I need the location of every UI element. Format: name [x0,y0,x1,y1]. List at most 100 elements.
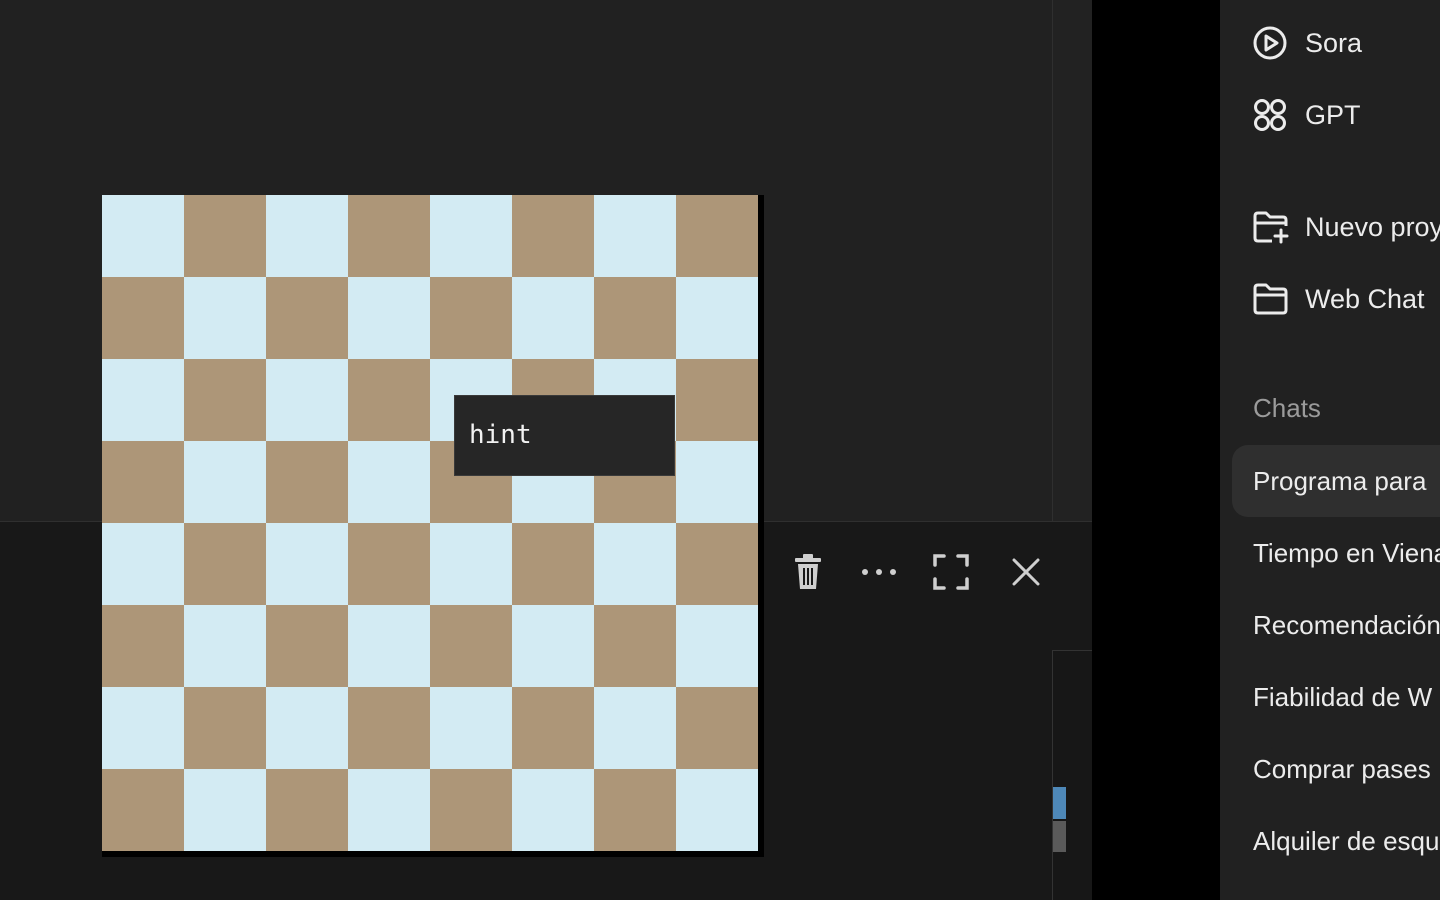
board-square[interactable] [676,195,758,277]
folder-icon [1252,279,1292,319]
board-square[interactable] [266,769,348,851]
more-options-button[interactable] [855,548,903,596]
board-square[interactable] [184,605,266,687]
board-square[interactable] [348,605,430,687]
board-square[interactable] [676,359,758,441]
chess-board[interactable] [102,195,758,851]
board-square[interactable] [430,605,512,687]
canvas-edge-panel [1052,0,1092,521]
chat-item[interactable]: Recomendación [1232,589,1440,661]
chat-item-label: Fiabilidad de W [1253,681,1433,712]
sidebar-item-new-project[interactable]: Nuevo proyecto [1252,202,1440,252]
board-square[interactable] [184,195,266,277]
board-square[interactable] [512,195,594,277]
board-square[interactable] [184,277,266,359]
board-square[interactable] [184,523,266,605]
chat-item-label: Recomendación [1253,609,1440,640]
fullscreen-icon [933,554,969,590]
board-square[interactable] [676,441,758,523]
board-square[interactable] [266,687,348,769]
board-square[interactable] [102,195,184,277]
board-square[interactable] [348,277,430,359]
close-button[interactable] [1002,548,1050,596]
chat-item[interactable]: Tiempo en Viena [1232,517,1440,589]
board-square[interactable] [430,687,512,769]
board-square[interactable] [430,769,512,851]
board-square[interactable] [676,523,758,605]
board-square[interactable] [102,359,184,441]
board-square[interactable] [102,769,184,851]
board-square[interactable] [430,523,512,605]
board-square[interactable] [266,195,348,277]
board-square[interactable] [676,605,758,687]
board-square[interactable] [184,687,266,769]
board-square[interactable] [348,769,430,851]
sidebar-item-label: Nuevo proyecto [1305,211,1440,242]
board-square[interactable] [184,769,266,851]
board-square[interactable] [102,605,184,687]
board-square[interactable] [102,277,184,359]
board-square[interactable] [102,441,184,523]
play-circle-icon [1252,23,1292,63]
chat-item-label: Comprar pases [1253,753,1431,784]
mini-preview-bar-grey [1053,821,1066,852]
fullscreen-button[interactable] [927,548,975,596]
sidebar-item-label: Sora [1305,27,1363,58]
sidebar-item-web-chat[interactable]: Web Chat [1252,274,1425,324]
sidebar-item-label: Web Chat [1305,283,1425,314]
board-square[interactable] [430,277,512,359]
delete-button[interactable] [784,548,832,596]
board-square[interactable] [594,277,676,359]
board-square[interactable] [266,605,348,687]
grid-circles-icon [1252,95,1292,135]
board-square[interactable] [266,359,348,441]
mini-preview [1052,650,1092,900]
board-square[interactable] [512,687,594,769]
hint-tooltip: hint [454,395,675,476]
board-square[interactable] [348,441,430,523]
board-square[interactable] [348,687,430,769]
close-icon [1012,558,1040,586]
board-square[interactable] [348,359,430,441]
folder-plus-icon [1252,207,1292,247]
board-square[interactable] [512,523,594,605]
chat-item-label: Alquiler de esquís [1253,825,1440,856]
chat-item[interactable]: Fiabilidad de W [1232,661,1440,733]
mini-preview-bar-blue [1053,787,1066,819]
board-square[interactable] [184,359,266,441]
section-label-chats: Chats [1253,393,1321,423]
board-square[interactable] [430,195,512,277]
chat-item[interactable]: Programa para [1232,445,1440,517]
board-square[interactable] [348,523,430,605]
chat-item-label: Programa para [1253,465,1427,496]
board-square[interactable] [594,769,676,851]
board-square[interactable] [676,687,758,769]
board-square[interactable] [102,523,184,605]
board-square[interactable] [676,277,758,359]
window-gap [1092,0,1220,900]
board-square[interactable] [184,441,266,523]
board-square[interactable] [512,769,594,851]
board-square[interactable] [348,195,430,277]
board-square[interactable] [594,523,676,605]
trash-icon [795,554,821,589]
chat-item[interactable]: Alquiler de esquís [1232,805,1440,877]
sidebar-item-label: GPT [1305,99,1361,130]
sidebar-item-sora[interactable]: Sora [1252,18,1362,68]
chat-item[interactable]: Comprar pases [1232,733,1440,805]
board-square[interactable] [266,277,348,359]
app-window: hint Sora GPT Nuevo proy Web Chat Chats … [0,0,1440,900]
more-icon [862,569,896,575]
board-square[interactable] [512,277,594,359]
board-square[interactable] [676,769,758,851]
board-square[interactable] [266,523,348,605]
board-square[interactable] [102,687,184,769]
board-square[interactable] [266,441,348,523]
board-square[interactable] [594,687,676,769]
board-square[interactable] [594,605,676,687]
board-square[interactable] [512,605,594,687]
sidebar: Sora GPT Nuevo proy Web Chat Chats Progr… [1220,0,1440,900]
chat-item-label: Tiempo en Viena [1253,537,1440,568]
board-square[interactable] [594,195,676,277]
sidebar-item-gpt[interactable]: GPT [1252,90,1361,140]
